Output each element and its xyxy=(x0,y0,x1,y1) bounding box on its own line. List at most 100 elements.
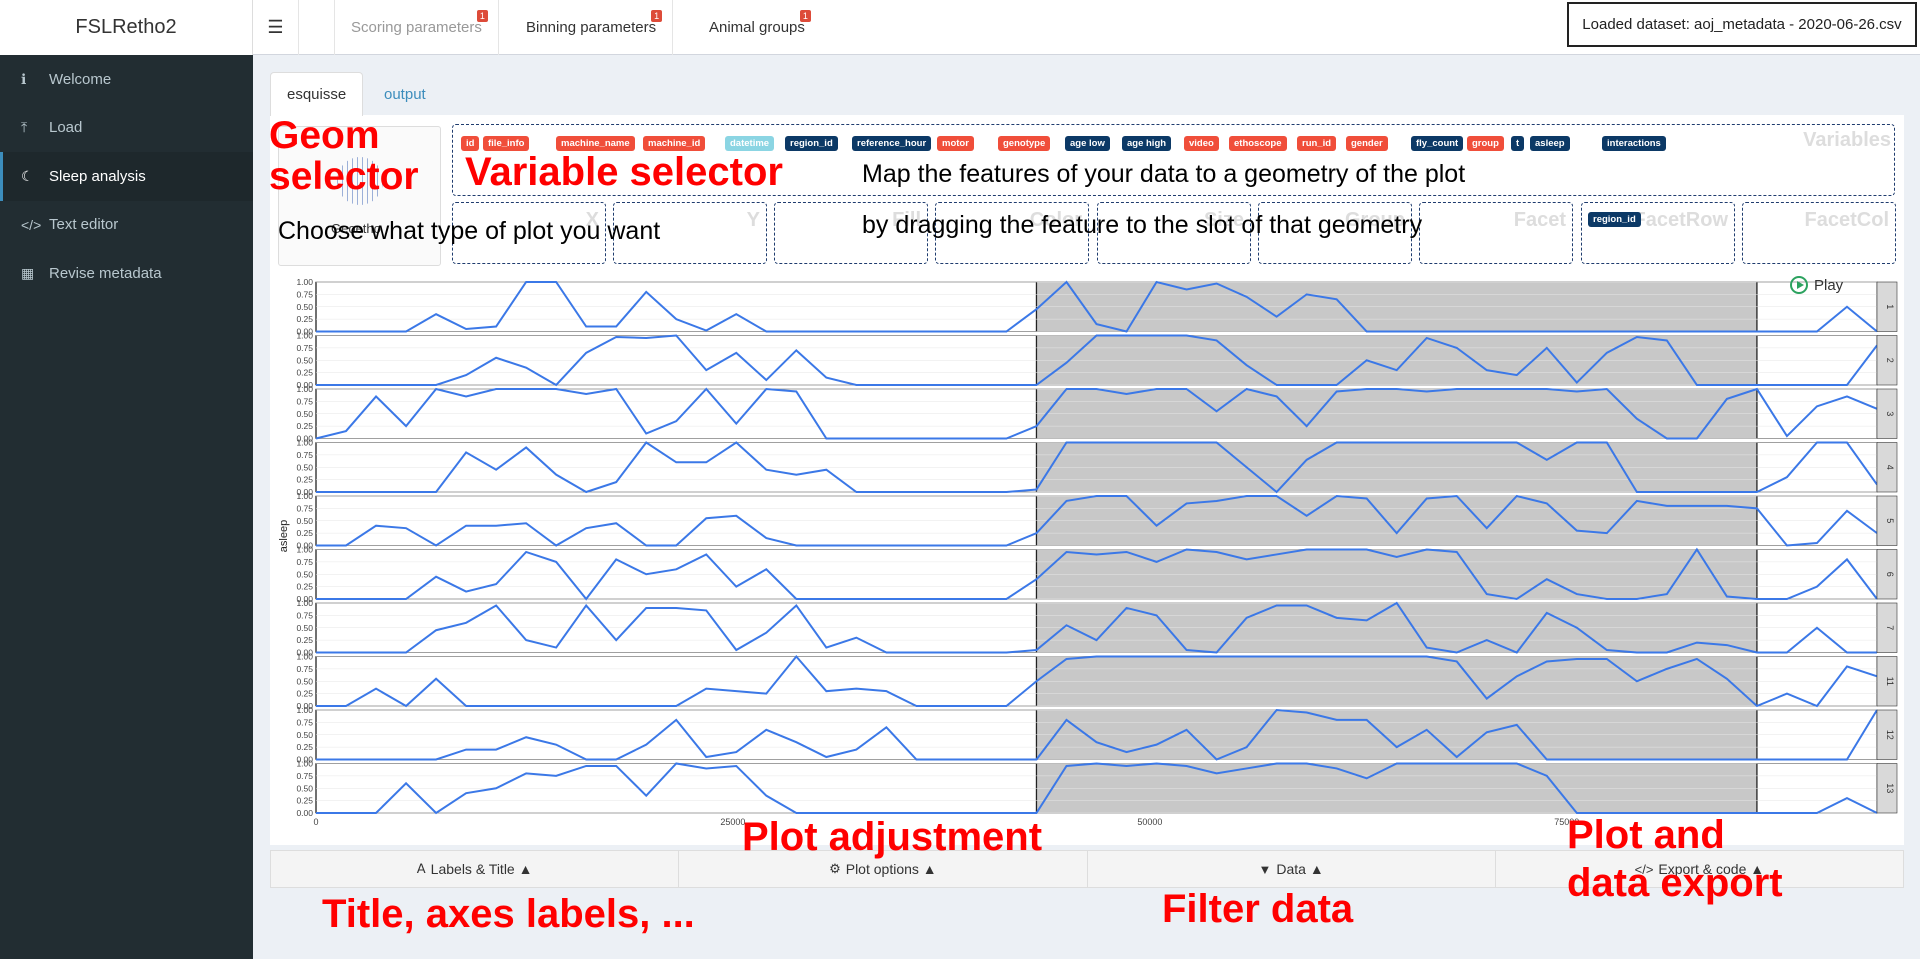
y-tick-label: 0.75 xyxy=(296,557,313,567)
labels-title-button[interactable]: 𝖠 Labels & Title ▲ xyxy=(271,851,680,887)
dropzone-facetcol[interactable]: FacetCol xyxy=(1742,202,1896,264)
y-axis-label: asleep xyxy=(278,519,291,553)
nav-tab-scoring[interactable]: Scoring parameters 1 xyxy=(335,0,499,55)
variable-badge[interactable]: region_id xyxy=(1588,212,1641,227)
annotation-title-axes: Title, axes labels, ... xyxy=(322,892,695,936)
variables-title: Variables xyxy=(1803,129,1891,151)
nav-tab-binning[interactable]: Binning parameters 1 xyxy=(510,0,674,55)
tab-esquisse[interactable]: esquisse xyxy=(270,72,364,116)
variable-badge[interactable]: age high xyxy=(1122,136,1172,151)
facet-label: 11 xyxy=(1885,677,1895,686)
filter-icon: ▼ xyxy=(1258,861,1272,877)
variable-badge[interactable]: group xyxy=(1467,136,1504,151)
y-tick-label: 0.75 xyxy=(296,343,313,353)
sidebar-item-label: Sleep analysis xyxy=(49,167,146,185)
sidebar-item-welcome[interactable]: ℹ Welcome xyxy=(0,55,253,104)
sidebar-item-text-editor[interactable]: </> Text editor xyxy=(0,201,253,250)
notification-badge: 1 xyxy=(799,10,811,22)
nav-tab-animal-groups[interactable]: Animal groups 1 xyxy=(693,0,821,55)
y-tick-label: 0.75 xyxy=(296,771,313,781)
annotation-filter-data: Filter data xyxy=(1162,887,1354,931)
play-button[interactable]: Play xyxy=(1790,276,1843,294)
y-tick-label: 0.50 xyxy=(296,623,313,633)
data-filter-button[interactable]: ▼ Data ▲ xyxy=(1088,851,1496,887)
variable-badge[interactable]: interactions xyxy=(1602,136,1666,151)
y-tick-label: 1.00 xyxy=(296,491,313,501)
chart: 0.00 0.25 0.50 0.75 1.00 1 0.00 0.25 0.50 0.75 1.0… xyxy=(270,277,1904,837)
y-tick-label: 0.50 xyxy=(296,355,313,365)
y-tick-label: 0.25 xyxy=(296,421,313,431)
navbar-spacer xyxy=(299,0,335,55)
y-tick-label: 0.25 xyxy=(296,742,313,752)
variable-badge[interactable]: age low xyxy=(1065,136,1110,151)
facet-panel: 0.000.250.500.751.005 xyxy=(296,491,1898,551)
variable-badge[interactable]: datetime xyxy=(725,136,775,151)
variable-badge[interactable]: run_id xyxy=(1297,136,1337,151)
variable-badge[interactable]: genotype xyxy=(998,136,1051,151)
variable-badge[interactable]: asleep xyxy=(1530,136,1570,151)
y-tick-label: 1.00 xyxy=(296,277,313,287)
annotation-map-text-2: by dragging the feature to the slot of t… xyxy=(862,211,1423,239)
moon-icon: ☾ xyxy=(21,167,34,184)
sidebar-item-load[interactable]: ⤒ Load xyxy=(0,104,253,153)
y-tick-label: 0.50 xyxy=(296,302,313,312)
info-icon: ℹ xyxy=(21,70,27,87)
variable-badge[interactable]: machine_name xyxy=(556,136,635,151)
annotation-plot-adjustment: Plot adjustment xyxy=(742,815,1043,859)
button-label: Plot options xyxy=(845,861,919,877)
sidebar-item-label: Load xyxy=(49,119,83,137)
nav-tab-label: Binning parameters xyxy=(526,19,657,36)
annotation-geom-selector: Geom selector xyxy=(269,114,419,198)
y-tick-label: 1.00 xyxy=(296,598,313,608)
y-tick-label: 1.00 xyxy=(296,545,313,555)
variable-badge[interactable]: video xyxy=(1184,136,1219,151)
y-tick-label: 0.25 xyxy=(296,689,313,699)
y-tick-label: 0.00 xyxy=(296,808,313,818)
play-icon xyxy=(1790,276,1808,294)
variable-badge[interactable]: region_id xyxy=(785,136,838,151)
y-tick-label: 0.25 xyxy=(296,368,313,378)
facet-panel: 0.000.250.500.751.007 xyxy=(296,598,1898,658)
y-tick-label: 0.25 xyxy=(296,314,313,324)
variable-badge[interactable]: t xyxy=(1511,136,1525,151)
facet-label: 12 xyxy=(1885,730,1895,740)
annotation-choose-text: Choose what type of plot you want xyxy=(278,217,661,245)
notification-badge: 1 xyxy=(476,10,488,22)
facet-panel: 0.00 0.25 0.50 0.75 1.00 13 xyxy=(296,759,1898,818)
y-tick-label: 0.75 xyxy=(296,289,313,299)
variable-badge[interactable]: motor xyxy=(937,136,974,151)
nav-tab-label: Scoring parameters xyxy=(351,19,482,36)
code-icon: </> xyxy=(21,216,42,233)
sidebar-item-revise-metadata[interactable]: ▦ Revise metadata xyxy=(0,249,253,298)
y-tick-label: 0.75 xyxy=(296,450,313,460)
chart-svg: 0.00 0.25 0.50 0.75 1.00 1 0.00 0.25 0.50 0.75 1.0… xyxy=(296,277,1898,827)
x-tick-label: 0 xyxy=(313,817,318,827)
hamburger-icon[interactable]: ☰ xyxy=(253,0,299,55)
y-tick-label: 0.25 xyxy=(296,582,313,592)
y-tick-label: 0.25 xyxy=(296,635,313,645)
dropzone-label: Y xyxy=(746,209,760,231)
y-tick-label: 0.75 xyxy=(296,664,313,674)
dropzone-facetrow[interactable]: FacetRow region_id xyxy=(1581,202,1735,264)
sidebar: ℹ Welcome ⤒ Load ☾ Sleep analysis </> Text e… xyxy=(0,55,253,959)
variable-badge[interactable]: gender xyxy=(1346,136,1388,151)
y-tick-label: 0.50 xyxy=(296,783,313,793)
annotation-variable-selector: Variable selector xyxy=(465,150,783,194)
facet-panel: 0.000.250.500.751.003 xyxy=(296,384,1898,444)
facet-label: 1 xyxy=(1885,304,1895,309)
y-tick-label: 0.50 xyxy=(296,409,313,419)
facet-panel: 0.000.250.500.751.001 xyxy=(296,277,1898,337)
variable-badge[interactable]: machine_id xyxy=(643,136,706,151)
sidebar-item-sleep-analysis[interactable]: ☾ Sleep analysis xyxy=(0,152,253,201)
font-icon: 𝖠 xyxy=(416,861,426,876)
variable-badge[interactable]: file_info xyxy=(483,136,530,151)
variable-badge[interactable]: id xyxy=(461,136,480,151)
app-brand[interactable]: FSLRetho2 xyxy=(0,0,253,55)
variable-badge[interactable]: ethoscope xyxy=(1229,136,1287,151)
dropzone-facet[interactable]: Facet xyxy=(1419,202,1573,264)
y-tick-label: 1.00 xyxy=(296,384,313,394)
caret-up-icon: ▲ xyxy=(922,861,937,877)
tab-output[interactable]: output xyxy=(368,72,442,116)
variable-badge[interactable]: reference_hour xyxy=(852,136,932,151)
variable-badge[interactable]: fly_count xyxy=(1411,136,1464,151)
